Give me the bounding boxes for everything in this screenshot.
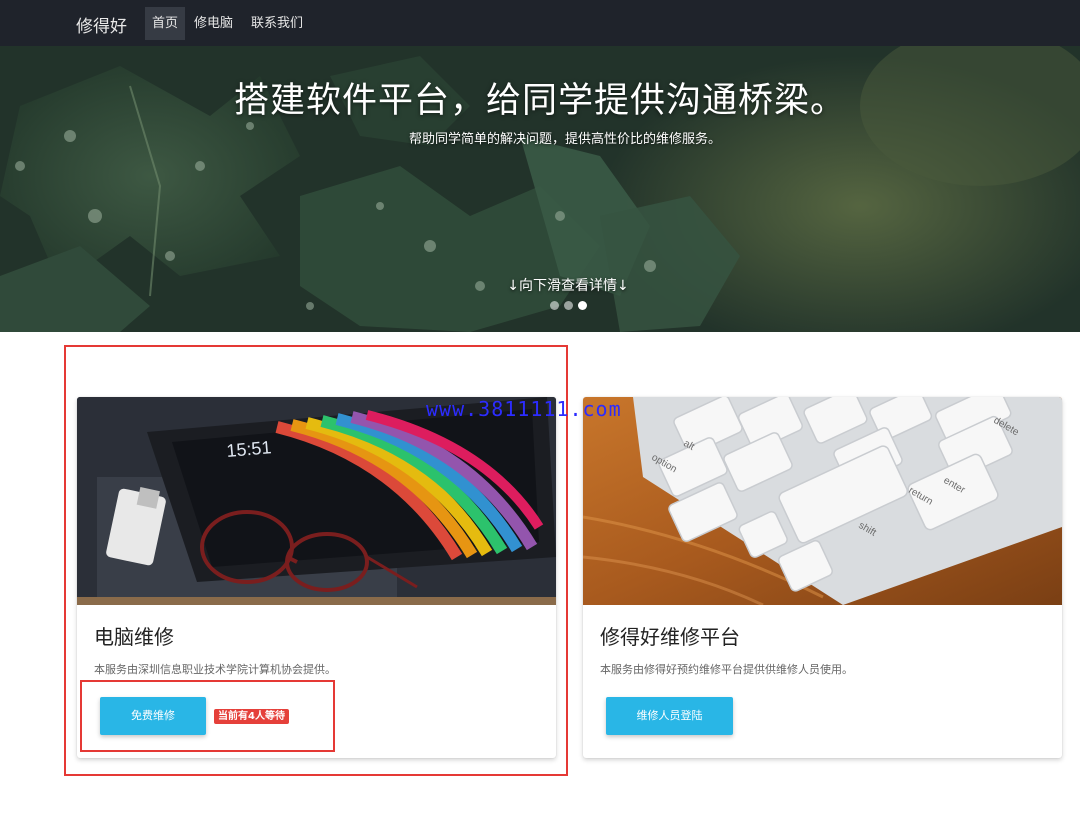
nav-repair-computer[interactable]: 修电脑 [187,7,240,40]
hero-carousel[interactable]: 搭建软件平台，给同学提供沟通桥梁。 帮助同学简单的解决问题，提供高性价比的维修服… [0,46,1080,332]
brand-logo[interactable]: 修得好 [76,12,127,37]
nav-home[interactable]: 首页 [145,7,186,40]
hero-subtitle: 帮助同学简单的解决问题，提供高性价比的维修服务。 [408,132,721,147]
nav-contact-us[interactable]: 联系我们 [244,7,310,40]
repairer-login-button[interactable]: 维修人员登陆 [606,697,733,735]
carousel-dot-2[interactable] [564,301,573,310]
card-description: 本服务由修得好预约维修平台提供供维修人员使用。 [600,663,853,676]
carousel-dot-1[interactable] [550,301,559,310]
highlight-box-button [80,680,335,752]
card-title: 修得好维修平台 [600,625,740,649]
hero-title: 搭建软件平台，给同学提供沟通桥梁。 [233,81,846,121]
carousel-dot-3[interactable] [578,301,587,310]
card-repair-platform: delete enter return shift option alt 修得好… [583,397,1062,758]
scroll-down-hint[interactable]: ↓向下滑查看详情↓ [0,275,1080,295]
watermark-text: www.3811111.com [426,397,622,421]
top-navbar: 修得好 首页 修电脑 联系我们 [0,0,1080,46]
keyboard-photo: delete enter return shift option alt [583,397,1062,605]
